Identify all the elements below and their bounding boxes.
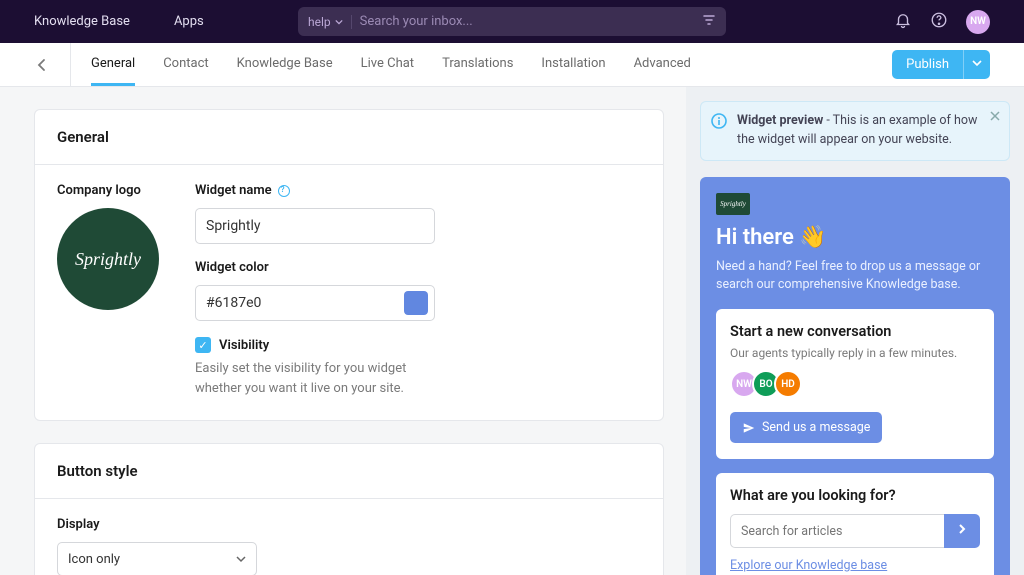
info-icon[interactable] bbox=[278, 185, 290, 197]
kb-search-button[interactable] bbox=[944, 514, 980, 548]
publish-dropdown[interactable] bbox=[963, 50, 990, 79]
button-style-card: Button style Display Icon only Icon styl… bbox=[34, 443, 664, 575]
help-icon[interactable] bbox=[930, 11, 948, 33]
back-button[interactable] bbox=[34, 57, 50, 73]
widget-color-input-wrap bbox=[195, 285, 435, 321]
tab-knowledge-base[interactable]: Knowledge Base bbox=[237, 43, 333, 86]
widget-greeting: Hi there 👋 bbox=[716, 225, 994, 250]
info-icon bbox=[711, 113, 727, 129]
color-swatch[interactable] bbox=[404, 291, 428, 315]
chevron-right-icon bbox=[956, 523, 968, 535]
convo-title: Start a new conversation bbox=[730, 323, 980, 340]
widget-color-input[interactable] bbox=[206, 295, 396, 311]
tab-contact[interactable]: Contact bbox=[163, 43, 208, 86]
chevron-down-icon bbox=[335, 18, 343, 26]
topbar-right: NW bbox=[894, 10, 990, 34]
widget-preview-panel: Widget preview - This is an example of h… bbox=[686, 87, 1024, 575]
kb-search-input[interactable] bbox=[730, 514, 944, 548]
company-logo-block: Company logo Sprightly bbox=[57, 183, 159, 398]
general-card-title: General bbox=[35, 110, 663, 165]
display-select[interactable]: Icon only bbox=[57, 542, 257, 575]
tab-general[interactable]: General bbox=[91, 43, 135, 86]
tab-advanced[interactable]: Advanced bbox=[634, 43, 691, 86]
visibility-label: Visibility bbox=[219, 338, 269, 353]
display-select-value: Icon only bbox=[68, 552, 120, 567]
company-logo[interactable]: Sprightly bbox=[57, 208, 159, 310]
kb-explore-link[interactable]: Explore our Knowledge base bbox=[730, 558, 887, 573]
global-search[interactable]: help bbox=[298, 7, 726, 36]
widget-fields: Widget name Widget color ✓ Visibility bbox=[195, 183, 641, 398]
publish-button[interactable]: Publish bbox=[892, 50, 963, 79]
widget-name-input[interactable] bbox=[195, 208, 435, 244]
settings-tabs: General Contact Knowledge Base Live Chat… bbox=[70, 43, 691, 86]
current-user-avatar[interactable]: NW bbox=[966, 10, 990, 34]
visibility-help-text: Easily set the visibility for you widget… bbox=[195, 359, 445, 398]
start-conversation-panel: Start a new conversation Our agents typi… bbox=[716, 309, 994, 459]
widget-subtext: Need a hand? Feel free to drop us a mess… bbox=[716, 258, 994, 296]
chevron-down-icon bbox=[236, 554, 246, 564]
general-card: General Company logo Sprightly Widget na… bbox=[34, 109, 664, 421]
widget-color-label: Widget color bbox=[195, 260, 641, 275]
top-nav-kb[interactable]: Knowledge Base bbox=[34, 14, 130, 29]
preview-alert-strong: Widget preview bbox=[737, 113, 823, 128]
button-style-title: Button style bbox=[35, 444, 663, 499]
bell-icon[interactable] bbox=[894, 11, 912, 33]
publish-group: Publish bbox=[892, 50, 990, 79]
agent-avatars: NW BO HD bbox=[730, 370, 980, 398]
settings-tabs-bar: General Contact Knowledge Base Live Chat… bbox=[0, 43, 1024, 87]
kb-title: What are you looking for? bbox=[730, 487, 980, 504]
top-nav-apps[interactable]: Apps bbox=[174, 14, 204, 29]
visibility-row: ✓ Visibility bbox=[195, 337, 641, 353]
kb-search-row bbox=[730, 514, 980, 548]
top-nav: Knowledge Base Apps bbox=[34, 14, 204, 29]
widget-preview: Sprightly Hi there 👋 Need a hand? Feel f… bbox=[700, 177, 1010, 575]
filter-icon[interactable] bbox=[702, 12, 716, 31]
widget-name-label-text: Widget name bbox=[195, 183, 272, 198]
chevron-down-icon bbox=[972, 58, 982, 68]
arrow-left-icon bbox=[34, 57, 50, 73]
kb-search-panel: What are you looking for? Explore our Kn… bbox=[716, 473, 994, 575]
agent-avatar: HD bbox=[774, 370, 802, 398]
tab-translations[interactable]: Translations bbox=[442, 43, 513, 86]
close-icon[interactable] bbox=[989, 110, 1001, 129]
display-label: Display bbox=[57, 517, 641, 532]
send-message-label: Send us a message bbox=[762, 420, 870, 435]
preview-alert: Widget preview - This is an example of h… bbox=[700, 101, 1010, 161]
app-topbar: Knowledge Base Apps help NW bbox=[0, 0, 1024, 43]
tab-live-chat[interactable]: Live Chat bbox=[361, 43, 414, 86]
tab-installation[interactable]: Installation bbox=[541, 43, 605, 86]
visibility-checkbox[interactable]: ✓ bbox=[195, 337, 211, 353]
send-message-button[interactable]: Send us a message bbox=[730, 412, 882, 443]
settings-form-column: General Company logo Sprightly Widget na… bbox=[0, 87, 686, 575]
send-icon bbox=[742, 421, 756, 435]
convo-subtext: Our agents typically reply in a few minu… bbox=[730, 346, 980, 360]
main-area: General Company logo Sprightly Widget na… bbox=[0, 87, 1024, 575]
widget-name-label: Widget name bbox=[195, 183, 641, 198]
company-logo-label: Company logo bbox=[57, 183, 159, 198]
search-scope-hint[interactable]: help bbox=[308, 15, 352, 29]
search-scope-label: help bbox=[308, 15, 331, 29]
global-search-input[interactable] bbox=[360, 14, 702, 29]
widget-brand-logo: Sprightly bbox=[716, 193, 750, 215]
